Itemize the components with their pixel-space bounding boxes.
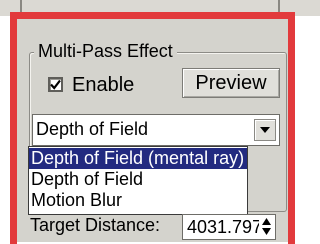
spinner-down-icon[interactable] [262,228,271,235]
checkmark-icon [50,79,61,90]
target-distance-spinner[interactable]: 4031.797i [182,214,276,240]
preview-button[interactable]: Preview [182,68,280,98]
target-distance-value[interactable]: 4031.797i [187,216,259,238]
effect-dropdown[interactable]: Depth of Field [32,114,280,146]
spinner-arrows[interactable] [262,217,273,237]
chevron-down-icon [260,127,270,133]
target-distance-label: Target Distance: [30,215,161,235]
dropdown-option-depth-of-field-mental-ray[interactable]: Depth of Field (mental ray) [29,148,247,169]
dropdown-option-depth-of-field[interactable]: Depth of Field [29,169,247,190]
right-margin [306,16,320,242]
spinner-up-icon[interactable] [262,218,271,225]
group-label: Multi-Pass Effect [34,40,177,62]
dropdown-option-motion-blur[interactable]: Motion Blur [29,190,247,211]
dropdown-value: Depth of Field [36,119,149,139]
enable-checkbox[interactable] [48,77,63,92]
dropdown-list: Depth of Field (mental ray) Depth of Fie… [28,146,248,215]
enable-label[interactable]: Enable [72,73,134,97]
dropdown-arrow-button[interactable] [254,119,276,141]
